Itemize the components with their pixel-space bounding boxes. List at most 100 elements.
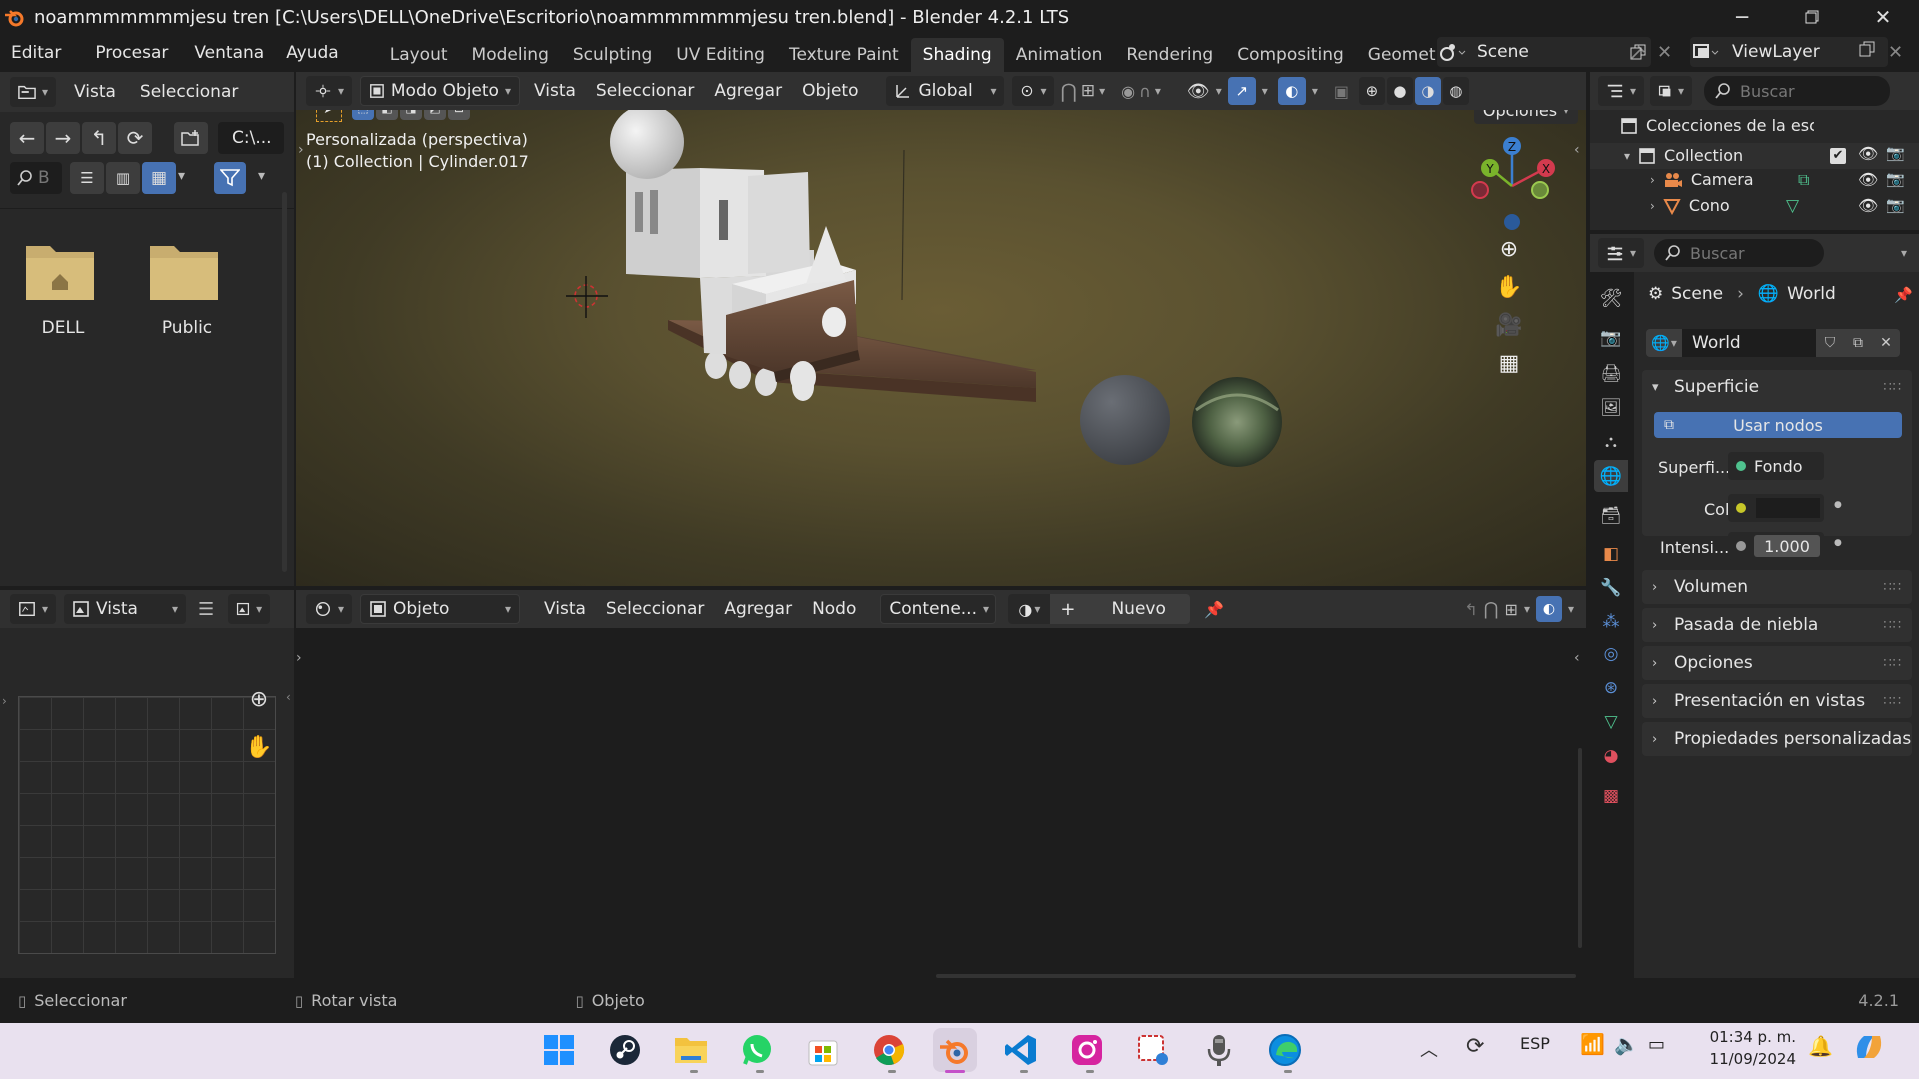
solid-shading-button[interactable]: ● xyxy=(1386,77,1413,105)
node-toolbar-toggle-icon[interactable]: › xyxy=(296,650,302,666)
select-tool-button[interactable]: ➤ xyxy=(316,110,342,122)
filter-toggle-button[interactable] xyxy=(214,162,246,194)
select-extend-button[interactable]: ◧ xyxy=(376,110,398,120)
display-options-chevron-icon[interactable]: ▾ xyxy=(178,168,185,184)
xray-icon[interactable]: ▣ xyxy=(1334,82,1349,101)
thumbnails-button[interactable]: ▦ xyxy=(142,162,176,194)
section-propiedades-personalizadas[interactable]: › Propiedades personalizadas xyxy=(1642,722,1912,756)
taskbar-steam[interactable] xyxy=(603,1028,647,1072)
node-v-scrollbar[interactable] xyxy=(1578,748,1582,948)
hamburger-menu-icon[interactable]: ☰ xyxy=(198,599,214,620)
file-scrollbar[interactable] xyxy=(282,192,287,572)
tab-rendering[interactable]: Rendering xyxy=(1114,38,1225,72)
clock[interactable]: 01:34 p. m. 11/09/2024 xyxy=(1700,1026,1796,1070)
restore-button[interactable] xyxy=(1782,0,1842,34)
material-browse-button[interactable]: ◑ ▾ xyxy=(1008,594,1051,624)
editor-type-3d-viewport[interactable]: ▾ xyxy=(306,76,352,106)
tab-particles[interactable]: ⁂ xyxy=(1594,606,1628,638)
back-button[interactable]: ← xyxy=(10,122,44,154)
section-presentacion[interactable]: › Presentación en vistas ∷∷ xyxy=(1642,684,1912,718)
file-search-field[interactable]: B xyxy=(10,162,62,194)
tab-physics[interactable]: ◎ xyxy=(1594,638,1628,670)
exclude-checkbox[interactable]: ✔ xyxy=(1830,148,1846,164)
remove-scene-icon[interactable]: ✕ xyxy=(1657,42,1672,63)
tab-uv-editing[interactable]: UV Editing xyxy=(664,38,777,72)
editor-type-outliner[interactable]: ▾ xyxy=(1598,76,1644,106)
tab-constraints[interactable]: ⊛ xyxy=(1594,672,1628,704)
render-camera-icon[interactable]: 📷 xyxy=(1886,196,1905,214)
parent-node-tree-icon[interactable]: ↰ xyxy=(1464,600,1477,619)
refresh-button[interactable]: ⟳ xyxy=(118,122,152,154)
render-camera-icon[interactable]: 📷 xyxy=(1886,170,1905,188)
taskbar-chrome[interactable] xyxy=(867,1028,911,1072)
new-viewlayer-button[interactable] xyxy=(1858,40,1876,58)
material-shading-button[interactable]: ◑ xyxy=(1414,77,1441,105)
minimize-button[interactable]: ─ xyxy=(1712,0,1772,34)
viewport-toolbar-toggle-icon[interactable]: › xyxy=(298,142,304,158)
drag-handle-icon[interactable]: ∷∷ xyxy=(1883,380,1902,395)
tab-sculpting[interactable]: Sculpting xyxy=(561,38,664,72)
parent-dir-button[interactable]: ↰ xyxy=(82,122,116,154)
drag-handle-icon[interactable]: ∷∷ xyxy=(1883,694,1902,709)
unlink-world-button[interactable]: ✕ xyxy=(1872,329,1900,357)
color-field[interactable] xyxy=(1728,494,1824,522)
color-swatch[interactable] xyxy=(1756,498,1820,518)
display-mode-dropdown[interactable]: ▾ xyxy=(1650,76,1692,106)
taskbar-edge[interactable] xyxy=(1263,1028,1307,1072)
new-scene-button[interactable] xyxy=(1624,39,1652,65)
use-nodes-button[interactable]: ⧉ Usar nodos xyxy=(1654,412,1902,438)
tab-object[interactable]: ◧ xyxy=(1594,538,1628,570)
viewport-menu-objeto[interactable]: Objeto xyxy=(792,81,868,101)
wireframe-shading-button[interactable]: ⊕ xyxy=(1358,77,1385,105)
tab-data[interactable]: ▽ xyxy=(1594,706,1628,738)
pin-icon[interactable]: 📌 xyxy=(1894,286,1913,304)
proportional-edit-icon[interactable]: ◉ xyxy=(1121,82,1135,101)
horizontal-list-button[interactable]: ▥ xyxy=(106,162,140,194)
scene-selector[interactable]: Scene xyxy=(1437,37,1651,67)
forward-button[interactable]: → xyxy=(46,122,80,154)
overlays-chevron-icon[interactable]: ▾ xyxy=(1312,84,1318,98)
overlays-chevron-icon[interactable]: ▾ xyxy=(1568,602,1574,616)
taskbar-vscode[interactable] xyxy=(999,1028,1043,1072)
world-browse-button[interactable]: 🌐 ▾ xyxy=(1646,329,1682,357)
tab-animation[interactable]: Animation xyxy=(1004,38,1115,72)
duplicate-world-button[interactable]: ⧉ xyxy=(1844,329,1872,357)
editor-type-shader[interactable]: ▾ xyxy=(306,594,352,624)
tab-view-layer[interactable]: 🖼 xyxy=(1594,392,1628,424)
menu-procesar[interactable]: Procesar xyxy=(84,43,179,63)
node-menu-nodo[interactable]: Nodo xyxy=(802,599,866,619)
node-sidebar-toggle-icon[interactable]: ‹ xyxy=(1574,650,1580,666)
volume-icon[interactable]: 🔈 xyxy=(1614,1032,1639,1056)
snap-chevron-icon[interactable]: ▾ xyxy=(1099,84,1105,98)
outliner-search-field[interactable]: Buscar xyxy=(1704,76,1890,106)
node-menu-vista[interactable]: Vista xyxy=(534,599,596,619)
battery-icon[interactable]: ▭ xyxy=(1648,1034,1665,1055)
expand-chevron-right-icon[interactable]: › xyxy=(1650,199,1655,213)
toolbar-toggle-icon[interactable]: › xyxy=(2,694,7,708)
pan-view-hand-icon[interactable]: ✋ xyxy=(1492,270,1526,304)
section-opciones[interactable]: › Opciones ∷∷ xyxy=(1642,646,1912,680)
keyframe-dot-icon[interactable]: ● xyxy=(1834,538,1842,548)
tab-collection[interactable]: 🗃 xyxy=(1594,500,1628,532)
viewport-menu-vista[interactable]: Vista xyxy=(524,81,586,101)
expand-chevron-down-icon[interactable]: ▾ xyxy=(1624,149,1630,163)
input-language[interactable]: ESP xyxy=(1520,1034,1550,1053)
slot-dropdown[interactable]: Contene... ▾ xyxy=(880,594,997,624)
properties-options-chevron-icon[interactable]: ▾ xyxy=(1901,246,1907,260)
editor-type-file-browser[interactable]: ▾ xyxy=(10,77,56,107)
world-name-field[interactable]: World xyxy=(1682,329,1816,357)
outliner-row-camera[interactable]: › Camera xyxy=(1650,170,1754,189)
uv-grid[interactable] xyxy=(18,696,276,954)
viewport-canvas[interactable]: Personalizada (perspectiva) (1) Collecti… xyxy=(296,110,1586,586)
tab-texture-paint[interactable]: Texture Paint xyxy=(777,38,911,72)
gizmo-chevron-icon[interactable]: ▾ xyxy=(1262,84,1268,98)
snap-magnet-icon[interactable]: ⋂ xyxy=(1484,599,1499,620)
tab-compositing[interactable]: Compositing xyxy=(1225,38,1356,72)
taskbar-whatsapp[interactable] xyxy=(735,1028,779,1072)
sync-icon[interactable]: ⟳ xyxy=(1466,1034,1484,1059)
taskbar-blender[interactable] xyxy=(933,1028,977,1072)
interaction-mode-dropdown[interactable]: Modo Objeto ▾ xyxy=(360,76,520,106)
start-button[interactable] xyxy=(537,1028,581,1072)
overlays-toggle-button[interactable]: ◐ xyxy=(1277,77,1306,105)
tab-modifiers[interactable]: 🔧 xyxy=(1594,572,1628,604)
